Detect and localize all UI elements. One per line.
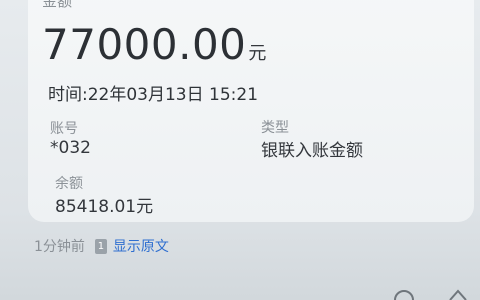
amount: 77000.00 元	[42, 20, 266, 69]
share-icon[interactable]	[392, 288, 416, 300]
message-footer: 1分钟前 1 显示原文	[34, 237, 169, 255]
balance-value: 85418.01元	[55, 197, 154, 217]
transaction-time: 时间:22年03月13日 15:21	[48, 85, 259, 105]
time-ago: 1分钟前	[34, 239, 85, 255]
amount-label: 金额	[42, 0, 73, 10]
show-original-link[interactable]: 显示原文	[113, 236, 169, 256]
message-screen: 金额 77000.00 元 时间:22年03月13日 15:21 账号 *032 …	[0, 0, 480, 300]
sim-card-icon: 1	[94, 238, 107, 254]
account-value: *032	[50, 138, 91, 158]
amount-unit: 元	[248, 43, 267, 64]
type-label: 类型	[261, 120, 289, 136]
balance-label: 余额	[55, 176, 83, 192]
send-icon[interactable]	[446, 288, 470, 300]
account-label: 账号	[50, 121, 78, 137]
type-value: 银联入账金额	[261, 141, 363, 161]
amount-value: 77000.00	[42, 20, 247, 69]
